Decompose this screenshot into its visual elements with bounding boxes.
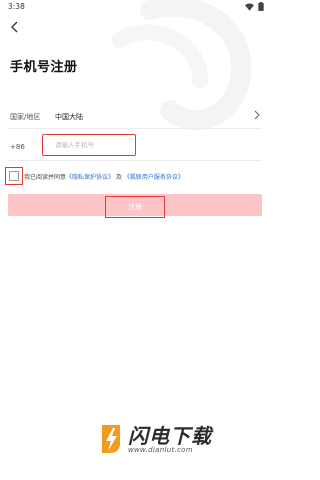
phone-input[interactable] — [42, 134, 136, 156]
agreement-and: 及 — [114, 174, 124, 181]
checkbox-square — [9, 171, 19, 181]
register-button[interactable]: 注册 — [105, 196, 165, 218]
region-label: 国家/地区 — [10, 113, 41, 121]
agreement-prefix: 我已阅读并同意 — [24, 174, 67, 181]
back-arrow-icon — [11, 21, 18, 33]
status-time: 3:38 — [8, 2, 25, 11]
divider — [8, 128, 262, 129]
agreement-checkbox[interactable] — [5, 167, 23, 185]
wifi-icon — [245, 2, 254, 11]
watermark-brand: 闪电下载 — [128, 424, 212, 448]
watermark-url: www.dianlut.com — [128, 446, 193, 454]
status-icons — [245, 2, 264, 11]
privacy-policy-link[interactable]: 《隐私保护协议》 — [66, 174, 114, 181]
divider — [8, 160, 262, 161]
back-button[interactable] — [6, 18, 24, 36]
service-agreement-link[interactable]: 《狐联用户服务协议》 — [124, 174, 184, 181]
agreement-text: 我已阅读并同意《隐私保护协议》 及 《狐联用户服务协议》 — [24, 172, 184, 181]
lightning-logo-icon — [102, 425, 120, 453]
chevron-right-icon[interactable] — [252, 110, 262, 120]
battery-icon — [258, 2, 264, 11]
country-code[interactable]: +86 — [10, 143, 25, 151]
region-value[interactable]: 中国大陆 — [55, 112, 83, 122]
page-title: 手机号注册 — [10, 60, 78, 75]
